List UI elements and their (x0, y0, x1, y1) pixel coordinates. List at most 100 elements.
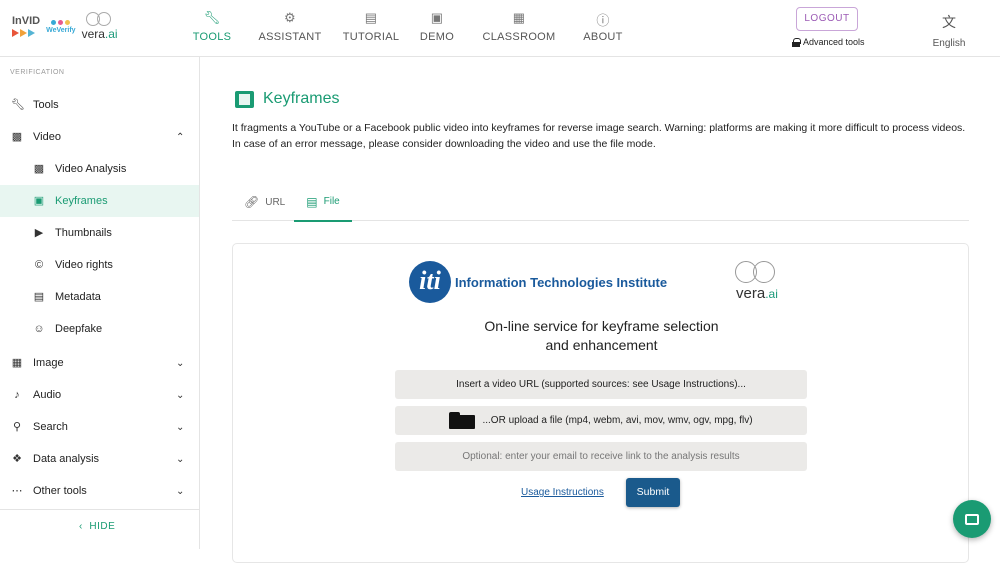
nav-assistant-label: ASSISTANT (258, 31, 322, 43)
tab-file-label: File (323, 196, 340, 207)
main-nav: 🔧︎ TOOLS ⚙ ASSISTANT ▤ TUTORIAL ▣ DEMO ▦… (188, 10, 628, 43)
invid-logo-text: InVID (12, 15, 41, 27)
sidebar-section-label: VERIFICATION (10, 69, 65, 76)
search-icon: ⚲ (12, 421, 22, 433)
sidebar-item-image[interactable]: ▦ Image ⌄ (0, 347, 199, 379)
page-description: It fragments a YouTube or a Facebook pub… (232, 122, 966, 150)
file-upload-button[interactable]: ...OR upload a file (mp4, webm, avi, mov… (395, 406, 807, 435)
weverify-logo-text: WeVerify (46, 26, 76, 34)
sidebar-item-video-rights[interactable]: © Video rights (0, 249, 199, 281)
vera-logo-ai: .ai (104, 27, 118, 41)
sidebar-item-video-analysis[interactable]: ▩ Video Analysis (0, 153, 199, 185)
keyframe-service-card: iti Information Technologies Institute v… (232, 243, 969, 563)
usage-instructions-link[interactable]: Usage Instructions (521, 487, 604, 498)
sidebar-item-label: Thumbnails (55, 227, 112, 239)
vera-ai-logo: vera.ai (734, 261, 778, 302)
sidebar-item-label: Metadata (55, 291, 101, 303)
video-icon: ▣ (430, 10, 444, 25)
image-icon: ▦ (11, 357, 23, 369)
page-title-text: Keyframes (263, 90, 340, 107)
sidebar-item-metadata[interactable]: ▤ Metadata (0, 281, 199, 313)
sidebar-item-label: Deepfake (55, 323, 103, 335)
wrench-icon: 🔧︎ (11, 99, 25, 111)
vera-ai-logo-suffix: .ai (765, 287, 778, 301)
document-icon: ▤ (33, 291, 45, 303)
weverify-logo: WeVerify (46, 19, 76, 34)
chevron-down-icon: ⌄ (176, 485, 185, 497)
sidebar-item-deepfake[interactable]: ☺ Deepfake (0, 313, 199, 345)
nav-classroom-label: CLASSROOM (482, 31, 556, 43)
sidebar: VERIFICATION 🔧︎ Tools ▩ Video ⌃ ▩ Video … (0, 57, 200, 549)
nav-assistant[interactable]: ⚙ ASSISTANT (244, 10, 336, 43)
youtube-icon: ▶ (34, 227, 44, 239)
advanced-tools-label: Advanced tools (803, 37, 865, 47)
copyright-icon: © (34, 259, 44, 271)
sidebar-item-label: Tools (33, 99, 59, 111)
keyframes-icon: ▣ (33, 195, 45, 207)
sidebar-item-other-tools[interactable]: ⋯ Other tools ⌄ (0, 475, 199, 507)
iti-logo-mark: iti (409, 261, 451, 303)
sidebar-item-label: Other tools (33, 485, 87, 497)
brand-logos[interactable]: InVID WeVerify vera.ai (12, 12, 118, 41)
wrench-icon: 🔧︎ (203, 10, 221, 25)
invid-logo: InVID (12, 16, 40, 37)
sidebar-item-keyframes[interactable]: ▣ Keyframes (0, 185, 199, 217)
nav-demo-label: DEMO (419, 31, 455, 43)
service-title: On-line service for keyframe selection a… (233, 317, 970, 355)
main-content: Keyframes It fragments a YouTube or a Fa… (201, 57, 1000, 563)
folder-icon (449, 412, 476, 429)
nav-tools[interactable]: 🔧︎ TOOLS (188, 10, 236, 43)
chevron-down-icon: ⌄ (176, 453, 185, 465)
hide-sidebar-button[interactable]: ‹ HIDE (79, 521, 115, 532)
nav-classroom[interactable]: ▦ CLASSROOM (480, 10, 558, 43)
nav-tutorial-label: TUTORIAL (342, 31, 400, 43)
nav-demo[interactable]: ▣ DEMO (412, 10, 462, 43)
hide-sidebar-label: HIDE (89, 521, 116, 532)
film-icon: ▩ (11, 131, 23, 143)
sidebar-item-label: Video rights (55, 259, 113, 271)
sidebar-item-thumbnails[interactable]: ▶ Thumbnails (0, 217, 199, 249)
chevron-up-icon: ⌃ (176, 131, 185, 143)
tab-file[interactable]: ▤ File (294, 183, 352, 222)
robot-icon: ⚙ (284, 10, 296, 25)
language-label: English (932, 38, 966, 49)
nav-about[interactable]: ⓘ ABOUT (578, 10, 628, 43)
advanced-tools-indicator[interactable]: Advanced tools (792, 37, 865, 47)
submit-button[interactable]: Submit (626, 478, 680, 507)
more-icon: ⋯ (11, 485, 23, 497)
link-icon: 🔗︎ (244, 195, 260, 209)
logout-button[interactable]: LOGOUT (796, 7, 858, 31)
sidebar-item-video[interactable]: ▩ Video ⌃ (0, 121, 199, 153)
sidebar-divider (0, 509, 199, 510)
video-analysis-icon: ▩ (33, 163, 45, 175)
iti-logo-name: Information Technologies Institute (455, 274, 668, 290)
sidebar-item-audio[interactable]: ♪ Audio ⌄ (0, 379, 199, 411)
book-icon: ▤ (364, 10, 378, 25)
service-title-line-1: On-line service for keyframe selection (484, 318, 719, 334)
sidebar-item-label: Search (33, 421, 68, 433)
input-mode-tabs: 🔗︎ URL ▤ File (232, 183, 969, 222)
info-icon: ⓘ (596, 13, 610, 28)
sidebar-item-data-analysis[interactable]: ❖ Data analysis ⌄ (0, 443, 199, 475)
sidebar-item-search[interactable]: ⚲ Search ⌄ (0, 411, 199, 443)
nav-tutorial[interactable]: ▤ TUTORIAL (342, 10, 400, 43)
service-title-line-2: and enhancement (545, 337, 658, 353)
file-upload-label: ...OR upload a file (mp4, webm, avi, mov… (482, 415, 753, 426)
sidebar-item-label: Audio (33, 389, 62, 401)
sidebar-item-label: Video Analysis (55, 163, 127, 175)
vera-logo: vera.ai (82, 12, 118, 41)
vera-ai-logo-text: vera (736, 285, 766, 302)
music-note-icon: ♪ (14, 389, 20, 401)
tab-url[interactable]: 🔗︎ URL (244, 183, 285, 221)
sidebar-item-label: Video (33, 131, 61, 143)
sidebar-item-tools[interactable]: 🔧︎ Tools (0, 89, 199, 121)
chat-button[interactable] (953, 500, 991, 538)
nav-tools-label: TOOLS (192, 31, 232, 43)
video-url-input[interactable]: Insert a video URL (supported sources: s… (395, 370, 807, 399)
language-selector[interactable]: 文 English (930, 12, 968, 49)
iti-logo: iti Information Technologies Institute (409, 261, 667, 303)
top-bar: InVID WeVerify vera.ai 🔧︎ TOOLS ⚙ ASSIST… (0, 0, 1000, 57)
face-scan-icon: ☺ (33, 323, 45, 335)
sidebar-item-label: Keyframes (55, 195, 108, 207)
email-input[interactable]: Optional: enter your email to receive li… (395, 442, 807, 471)
